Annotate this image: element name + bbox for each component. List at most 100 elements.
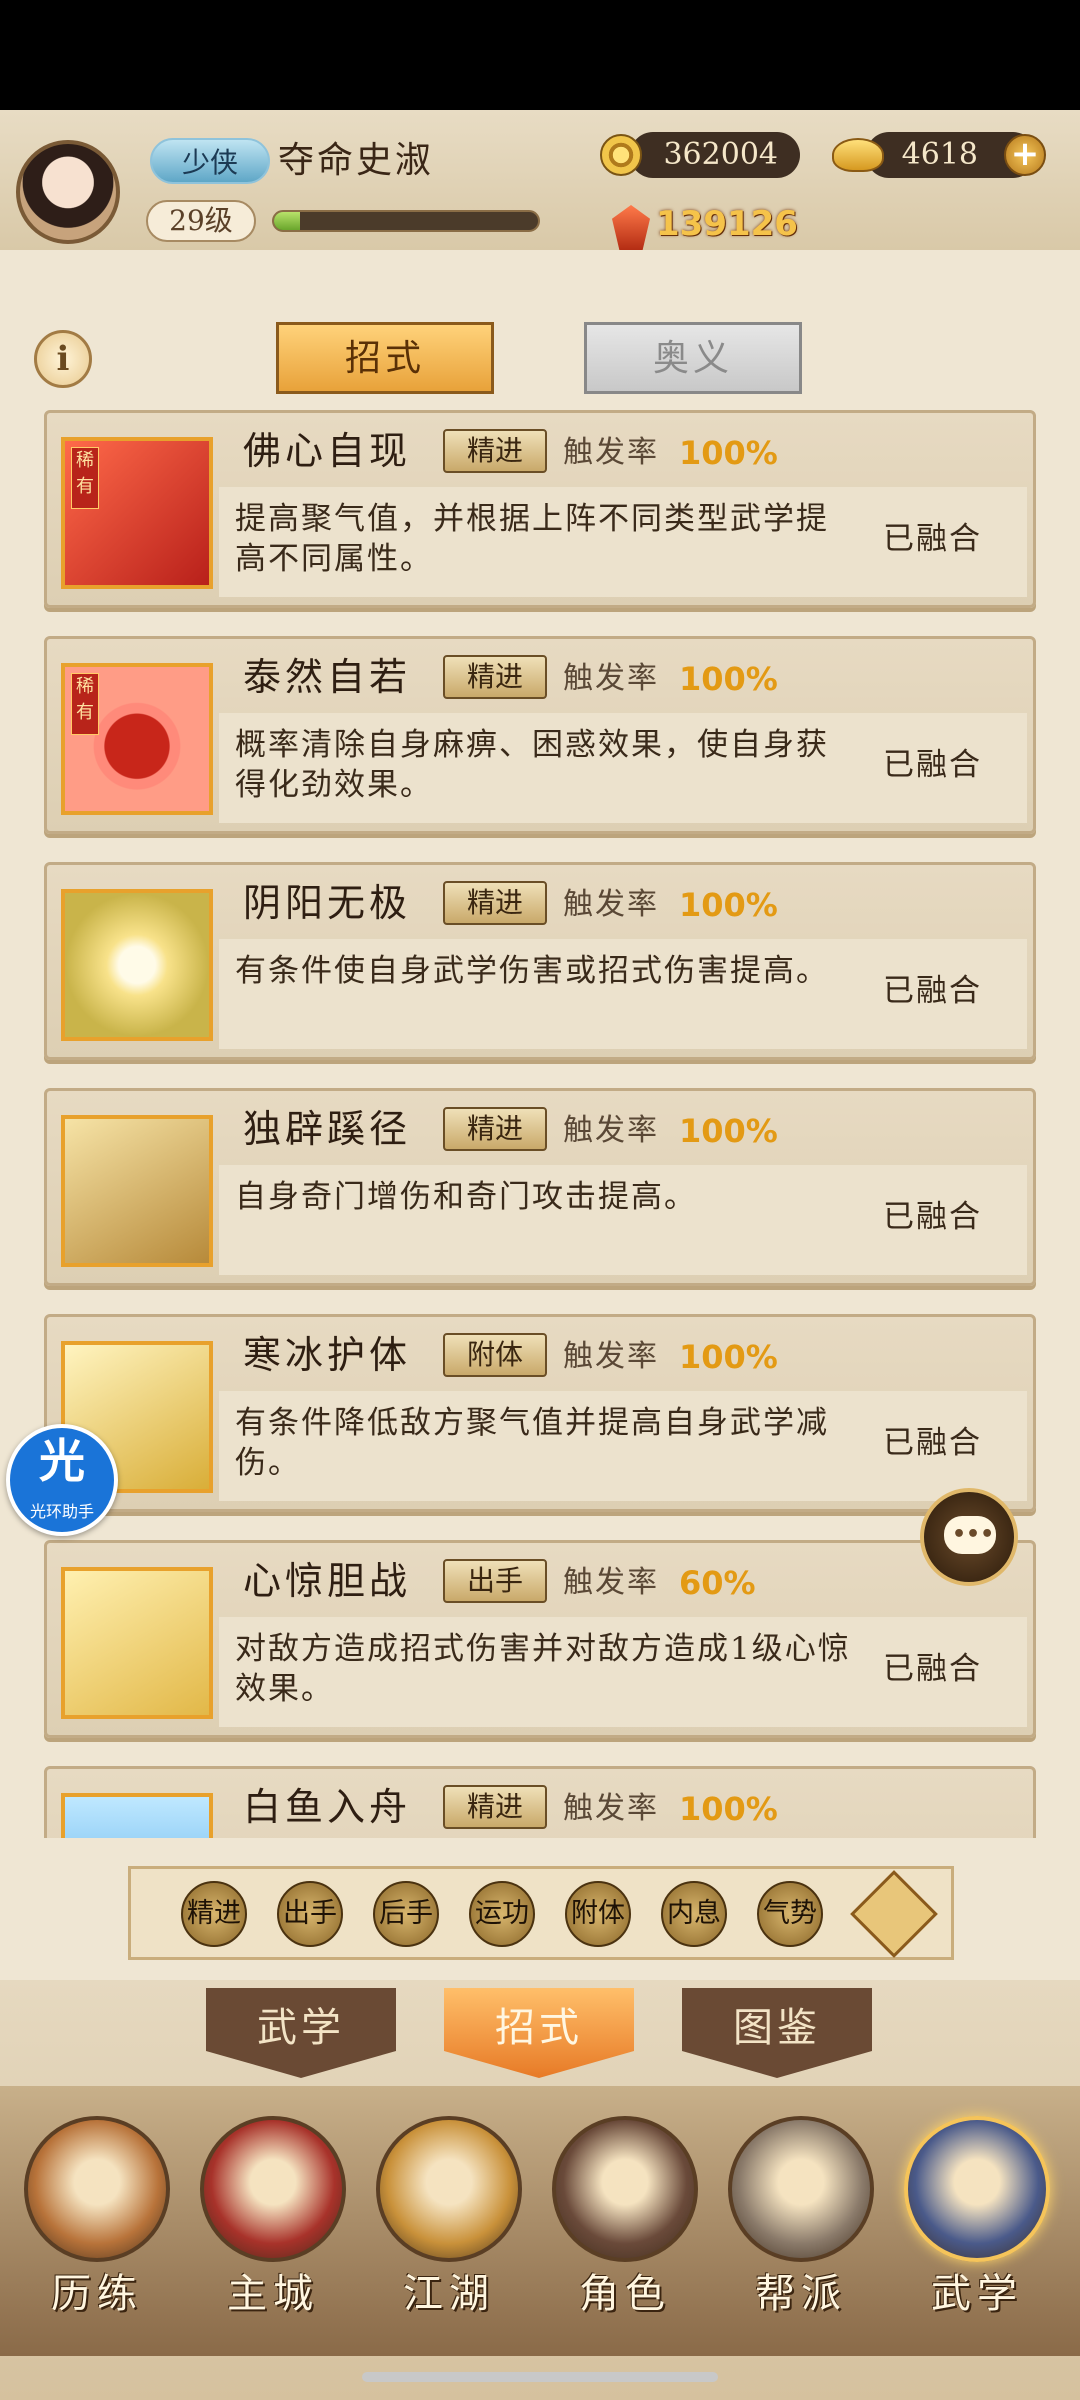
sun-swirl-icon[interactable]	[61, 889, 213, 1041]
skill-title: 佛心自现	[243, 429, 412, 473]
skill-type-filter-bar: 气势 内息 附体 运功 后手 出手 精进	[128, 1866, 954, 1960]
player-level: 29级	[146, 200, 256, 242]
skill-description: 对敌方造成招式伤害并对敌方造成1级心惊效果。	[235, 1631, 851, 1707]
nav-label: 主城	[227, 2271, 319, 2317]
trigger-rate-label: 触发率	[563, 1791, 659, 1826]
trigger-rate-value: 100%	[679, 434, 778, 472]
skill-card[interactable]: 稀有 佛心自现 精进 触发率 100% 提高聚气值，并根据上阵不同类型武学提高不同属性。 已…	[44, 410, 1036, 608]
home-indicator[interactable]	[362, 2372, 718, 2382]
skill-description: 有条件降低敌方聚气值并提高自身武学减伤。	[235, 1405, 829, 1481]
halo-helper-label: 光环助手	[29, 1502, 94, 1521]
player-rank-badge: 少侠	[150, 138, 270, 184]
skill-card[interactable]: 心惊胆战 出手 触发率 60% 对敌方造成招式伤害并对敌方造成1级心惊效果。 已融合	[44, 1540, 1036, 1738]
exp-bar-fill	[274, 212, 301, 230]
nav-label: 角色	[579, 2271, 671, 2317]
skill-title: 阴阳无极	[243, 881, 412, 925]
skill-type-tag: 精进	[443, 429, 547, 473]
skill-card[interactable]: 寒冰护体 附体 触发率 100% 有条件降低敌方聚气值并提高自身武学减伤。 已融合	[44, 1314, 1036, 1512]
filter-button[interactable]: 运功	[469, 1881, 535, 1947]
trigger-rate-label: 触发率	[563, 661, 659, 696]
guild-emblem-icon	[728, 2116, 874, 2262]
nav-label: 武学	[931, 2271, 1023, 2317]
trigger-rate-value: 60%	[679, 1564, 756, 1602]
skill-fusion-status: 已融合	[883, 973, 982, 1009]
fear-figure-icon[interactable]	[61, 1567, 213, 1719]
coin-balance: 362004	[630, 132, 800, 178]
skill-list[interactable]: 稀有 佛心自现 精进 触发率 100% 提高聚气值，并根据上阵不同类型武学提高不同属性。已…	[44, 410, 1036, 1838]
collapse-filter-button[interactable]	[850, 1870, 938, 1958]
red-ring-icon[interactable]: 稀有	[61, 663, 213, 815]
nav-item[interactable]: 角色	[542, 2116, 708, 2336]
add-ingot-button[interactable]: +	[1004, 134, 1046, 176]
trigger-rate-value: 100%	[679, 660, 778, 698]
city-gate-icon	[200, 2116, 346, 2262]
player-name: 夺命史淑	[278, 140, 435, 181]
nav-label: 江湖	[403, 2271, 495, 2317]
skill-type-tag: 精进	[443, 1785, 547, 1829]
skill-type-tag: 精进	[443, 1107, 547, 1151]
gold-ingot-icon	[832, 138, 884, 172]
filter-button[interactable]: 附体	[565, 1881, 631, 1947]
skill-fusion-status: 已融合	[883, 1651, 982, 1687]
fish-boat-icon[interactable]	[61, 1793, 213, 1838]
nav-label: 帮派	[755, 2271, 847, 2317]
skill-card[interactable]: 阴阳无极 精进 触发率 100% 有条件使自身武学伤害或招式伤害提高。已融合	[44, 862, 1036, 1060]
praying-hands-icon[interactable]: 稀有	[61, 437, 213, 589]
scroll-books-icon	[904, 2116, 1050, 2262]
skill-type-tag: 附体	[443, 1333, 547, 1377]
trigger-rate-value: 100%	[679, 1338, 778, 1376]
nav-item[interactable]: 武学	[894, 2116, 1060, 2336]
skill-type-tag: 出手	[443, 1559, 547, 1603]
halo-helper-float-button[interactable]: 光 光环助手	[6, 1424, 118, 1536]
filter-button[interactable]: 气势	[757, 1881, 823, 1947]
skill-card[interactable]: 独辟蹊径 精进 触发率 100% 自身奇门增伤和奇门攻击提高。已融合	[44, 1088, 1036, 1286]
character-hat-icon	[552, 2116, 698, 2262]
trigger-rate-label: 触发率	[563, 435, 659, 470]
skill-type-tag: 精进	[443, 881, 547, 925]
combat-power-value: 139126	[656, 204, 798, 244]
skill-fusion-status: 已融合	[883, 521, 982, 557]
nav-item[interactable]: 主城	[190, 2116, 356, 2336]
training-icon	[24, 2116, 170, 2262]
skill-fusion-status: 已融合	[883, 1199, 982, 1235]
trigger-rate-label: 触发率	[563, 887, 659, 922]
skill-title: 寒冰护体	[243, 1333, 412, 1377]
info-button[interactable]: i	[34, 330, 92, 388]
skill-fusion-status: 已融合	[883, 747, 982, 783]
chat-dots: •••	[952, 1522, 995, 1547]
trigger-rate-label: 触发率	[563, 1339, 659, 1374]
skill-fusion-status: 已融合	[883, 1425, 982, 1461]
skill-card[interactable]: 白鱼入舟 精进 触发率 100%	[44, 1766, 1036, 1838]
subtab-moves[interactable]: 招式	[276, 322, 494, 394]
skill-title: 白鱼入舟	[243, 1785, 412, 1829]
skill-title: 独辟蹊径	[243, 1107, 412, 1151]
subtab-mysteries[interactable]: 奥义	[584, 322, 802, 394]
trigger-rate-value: 100%	[679, 1112, 778, 1150]
coin-icon	[600, 134, 642, 176]
rare-badge: 稀有	[71, 447, 99, 509]
trigger-rate-label: 触发率	[563, 1565, 659, 1600]
skill-description: 有条件使自身武学伤害或招式伤害提高。	[235, 953, 829, 989]
trigger-rate-label: 触发率	[563, 1113, 659, 1148]
status-bar	[0, 0, 1080, 110]
jianghu-sword-icon	[376, 2116, 522, 2262]
filter-button[interactable]: 精进	[181, 1881, 247, 1947]
player-avatar[interactable]	[16, 140, 120, 244]
nav-item[interactable]: 历练	[14, 2116, 180, 2336]
nav-item[interactable]: 帮派	[718, 2116, 884, 2336]
skill-card[interactable]: 稀有 泰然自若 精进 触发率 100% 概率清除自身麻痹、困惑效果，使自身获得化劲效果。 已…	[44, 636, 1036, 834]
running-figure-icon[interactable]	[61, 1115, 213, 1267]
filter-button[interactable]: 内息	[661, 1881, 727, 1947]
skill-title: 泰然自若	[243, 655, 412, 699]
skill-description: 提高聚气值，并根据上阵不同类型武学提高不同属性。	[235, 501, 829, 577]
nav-item[interactable]: 江湖	[366, 2116, 532, 2336]
skill-title: 心惊胆战	[243, 1559, 412, 1603]
skill-description: 概率清除自身麻痹、困惑效果，使自身获得化劲效果。	[235, 727, 829, 803]
filter-button[interactable]: 出手	[277, 1881, 343, 1947]
trigger-rate-value: 100%	[679, 1790, 778, 1828]
trigger-rate-value: 100%	[679, 886, 778, 924]
chat-button[interactable]: •••	[920, 1488, 1018, 1586]
filter-button[interactable]: 后手	[373, 1881, 439, 1947]
skill-description: 自身奇门增伤和奇门攻击提高。	[235, 1179, 697, 1215]
exp-bar	[272, 210, 540, 232]
